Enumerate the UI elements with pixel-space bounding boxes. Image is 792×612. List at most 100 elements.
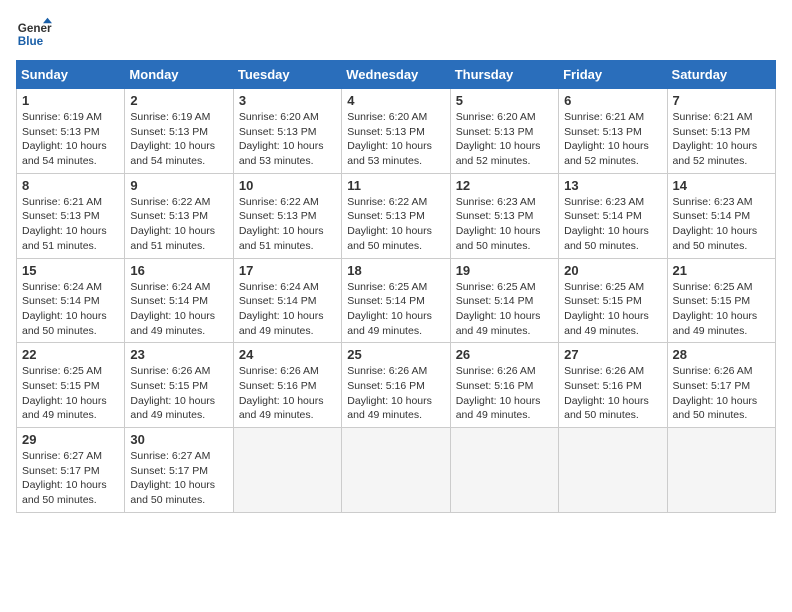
- day-info: Sunrise: 6:24 AM Sunset: 5:14 PM Dayligh…: [239, 280, 336, 339]
- day-info: Sunrise: 6:25 AM Sunset: 5:14 PM Dayligh…: [347, 280, 444, 339]
- day-number: 24: [239, 347, 336, 362]
- day-number: 2: [130, 93, 227, 108]
- calendar-day-cell: 22 Sunrise: 6:25 AM Sunset: 5:15 PM Dayl…: [17, 343, 125, 428]
- calendar-day-cell: 13 Sunrise: 6:23 AM Sunset: 5:14 PM Dayl…: [559, 173, 667, 258]
- day-info: Sunrise: 6:22 AM Sunset: 5:13 PM Dayligh…: [239, 195, 336, 254]
- day-info: Sunrise: 6:22 AM Sunset: 5:13 PM Dayligh…: [347, 195, 444, 254]
- day-info: Sunrise: 6:27 AM Sunset: 5:17 PM Dayligh…: [130, 449, 227, 508]
- day-number: 28: [673, 347, 770, 362]
- calendar-table: SundayMondayTuesdayWednesdayThursdayFrid…: [16, 60, 776, 513]
- calendar-day-cell: 5 Sunrise: 6:20 AM Sunset: 5:13 PM Dayli…: [450, 89, 558, 174]
- day-number: 3: [239, 93, 336, 108]
- calendar-day-cell: 7 Sunrise: 6:21 AM Sunset: 5:13 PM Dayli…: [667, 89, 775, 174]
- calendar-day-cell: 28 Sunrise: 6:26 AM Sunset: 5:17 PM Dayl…: [667, 343, 775, 428]
- calendar-day-cell: 30 Sunrise: 6:27 AM Sunset: 5:17 PM Dayl…: [125, 428, 233, 513]
- day-info: Sunrise: 6:26 AM Sunset: 5:16 PM Dayligh…: [564, 364, 661, 423]
- day-info: Sunrise: 6:23 AM Sunset: 5:13 PM Dayligh…: [456, 195, 553, 254]
- day-number: 11: [347, 178, 444, 193]
- weekday-header-cell: Friday: [559, 61, 667, 89]
- calendar-day-cell: 14 Sunrise: 6:23 AM Sunset: 5:14 PM Dayl…: [667, 173, 775, 258]
- calendar-day-cell: [233, 428, 341, 513]
- calendar-day-cell: 25 Sunrise: 6:26 AM Sunset: 5:16 PM Dayl…: [342, 343, 450, 428]
- day-info: Sunrise: 6:24 AM Sunset: 5:14 PM Dayligh…: [130, 280, 227, 339]
- calendar-day-cell: 23 Sunrise: 6:26 AM Sunset: 5:15 PM Dayl…: [125, 343, 233, 428]
- svg-text:General: General: [18, 22, 52, 35]
- day-info: Sunrise: 6:26 AM Sunset: 5:16 PM Dayligh…: [347, 364, 444, 423]
- day-number: 13: [564, 178, 661, 193]
- calendar-day-cell: 1 Sunrise: 6:19 AM Sunset: 5:13 PM Dayli…: [17, 89, 125, 174]
- day-number: 22: [22, 347, 119, 362]
- calendar-day-cell: 4 Sunrise: 6:20 AM Sunset: 5:13 PM Dayli…: [342, 89, 450, 174]
- day-info: Sunrise: 6:26 AM Sunset: 5:15 PM Dayligh…: [130, 364, 227, 423]
- calendar-day-cell: 19 Sunrise: 6:25 AM Sunset: 5:14 PM Dayl…: [450, 258, 558, 343]
- weekday-header-cell: Saturday: [667, 61, 775, 89]
- day-info: Sunrise: 6:22 AM Sunset: 5:13 PM Dayligh…: [130, 195, 227, 254]
- day-info: Sunrise: 6:26 AM Sunset: 5:17 PM Dayligh…: [673, 364, 770, 423]
- calendar-day-cell: [342, 428, 450, 513]
- day-number: 15: [22, 263, 119, 278]
- calendar-day-cell: 18 Sunrise: 6:25 AM Sunset: 5:14 PM Dayl…: [342, 258, 450, 343]
- calendar-day-cell: 10 Sunrise: 6:22 AM Sunset: 5:13 PM Dayl…: [233, 173, 341, 258]
- calendar-day-cell: 8 Sunrise: 6:21 AM Sunset: 5:13 PM Dayli…: [17, 173, 125, 258]
- calendar-week-row: 29 Sunrise: 6:27 AM Sunset: 5:17 PM Dayl…: [17, 428, 776, 513]
- day-info: Sunrise: 6:25 AM Sunset: 5:15 PM Dayligh…: [564, 280, 661, 339]
- day-info: Sunrise: 6:21 AM Sunset: 5:13 PM Dayligh…: [22, 195, 119, 254]
- day-info: Sunrise: 6:25 AM Sunset: 5:15 PM Dayligh…: [22, 364, 119, 423]
- day-number: 5: [456, 93, 553, 108]
- day-number: 16: [130, 263, 227, 278]
- calendar-day-cell: 12 Sunrise: 6:23 AM Sunset: 5:13 PM Dayl…: [450, 173, 558, 258]
- day-number: 20: [564, 263, 661, 278]
- day-info: Sunrise: 6:19 AM Sunset: 5:13 PM Dayligh…: [130, 110, 227, 169]
- calendar-day-cell: 24 Sunrise: 6:26 AM Sunset: 5:16 PM Dayl…: [233, 343, 341, 428]
- day-info: Sunrise: 6:19 AM Sunset: 5:13 PM Dayligh…: [22, 110, 119, 169]
- day-info: Sunrise: 6:21 AM Sunset: 5:13 PM Dayligh…: [564, 110, 661, 169]
- day-info: Sunrise: 6:27 AM Sunset: 5:17 PM Dayligh…: [22, 449, 119, 508]
- day-number: 18: [347, 263, 444, 278]
- calendar-day-cell: 2 Sunrise: 6:19 AM Sunset: 5:13 PM Dayli…: [125, 89, 233, 174]
- calendar-day-cell: [559, 428, 667, 513]
- calendar-day-cell: 21 Sunrise: 6:25 AM Sunset: 5:15 PM Dayl…: [667, 258, 775, 343]
- day-info: Sunrise: 6:21 AM Sunset: 5:13 PM Dayligh…: [673, 110, 770, 169]
- calendar-day-cell: [450, 428, 558, 513]
- calendar-week-row: 15 Sunrise: 6:24 AM Sunset: 5:14 PM Dayl…: [17, 258, 776, 343]
- calendar-day-cell: 29 Sunrise: 6:27 AM Sunset: 5:17 PM Dayl…: [17, 428, 125, 513]
- day-number: 30: [130, 432, 227, 447]
- calendar-day-cell: 9 Sunrise: 6:22 AM Sunset: 5:13 PM Dayli…: [125, 173, 233, 258]
- day-info: Sunrise: 6:20 AM Sunset: 5:13 PM Dayligh…: [347, 110, 444, 169]
- day-number: 21: [673, 263, 770, 278]
- weekday-header-cell: Tuesday: [233, 61, 341, 89]
- calendar-day-cell: 11 Sunrise: 6:22 AM Sunset: 5:13 PM Dayl…: [342, 173, 450, 258]
- weekday-header-cell: Thursday: [450, 61, 558, 89]
- calendar-week-row: 22 Sunrise: 6:25 AM Sunset: 5:15 PM Dayl…: [17, 343, 776, 428]
- day-number: 6: [564, 93, 661, 108]
- calendar-week-row: 1 Sunrise: 6:19 AM Sunset: 5:13 PM Dayli…: [17, 89, 776, 174]
- day-info: Sunrise: 6:25 AM Sunset: 5:14 PM Dayligh…: [456, 280, 553, 339]
- day-number: 7: [673, 93, 770, 108]
- day-info: Sunrise: 6:20 AM Sunset: 5:13 PM Dayligh…: [456, 110, 553, 169]
- day-number: 27: [564, 347, 661, 362]
- day-number: 25: [347, 347, 444, 362]
- calendar-week-row: 8 Sunrise: 6:21 AM Sunset: 5:13 PM Dayli…: [17, 173, 776, 258]
- weekday-header-cell: Sunday: [17, 61, 125, 89]
- calendar-day-cell: [667, 428, 775, 513]
- day-info: Sunrise: 6:23 AM Sunset: 5:14 PM Dayligh…: [564, 195, 661, 254]
- weekday-header-cell: Wednesday: [342, 61, 450, 89]
- day-info: Sunrise: 6:20 AM Sunset: 5:13 PM Dayligh…: [239, 110, 336, 169]
- calendar-day-cell: 20 Sunrise: 6:25 AM Sunset: 5:15 PM Dayl…: [559, 258, 667, 343]
- day-number: 10: [239, 178, 336, 193]
- day-number: 1: [22, 93, 119, 108]
- header: General Blue: [16, 16, 776, 52]
- day-number: 19: [456, 263, 553, 278]
- calendar-day-cell: 26 Sunrise: 6:26 AM Sunset: 5:16 PM Dayl…: [450, 343, 558, 428]
- calendar-day-cell: 15 Sunrise: 6:24 AM Sunset: 5:14 PM Dayl…: [17, 258, 125, 343]
- logo: General Blue: [16, 16, 52, 52]
- day-info: Sunrise: 6:25 AM Sunset: 5:15 PM Dayligh…: [673, 280, 770, 339]
- day-info: Sunrise: 6:26 AM Sunset: 5:16 PM Dayligh…: [239, 364, 336, 423]
- day-number: 9: [130, 178, 227, 193]
- day-info: Sunrise: 6:26 AM Sunset: 5:16 PM Dayligh…: [456, 364, 553, 423]
- day-number: 12: [456, 178, 553, 193]
- day-number: 8: [22, 178, 119, 193]
- calendar-day-cell: 27 Sunrise: 6:26 AM Sunset: 5:16 PM Dayl…: [559, 343, 667, 428]
- day-number: 4: [347, 93, 444, 108]
- day-number: 29: [22, 432, 119, 447]
